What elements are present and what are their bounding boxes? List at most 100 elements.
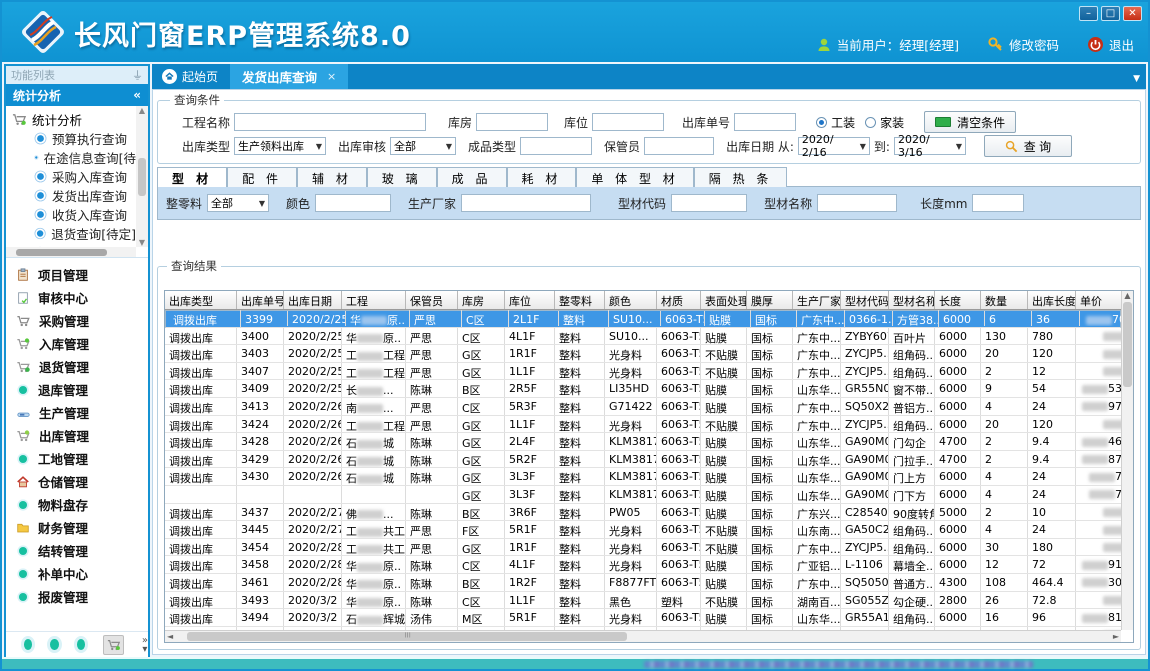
material-tab-1[interactable]: 型 材 [157,167,227,187]
tab-shipping-outbound-query[interactable]: 发货出库查询 × [230,64,348,89]
radio-jiazhuang[interactable]: 家装 [865,114,904,131]
table-row[interactable]: 调拨出库34072020/2/25工工程严思G区1L1F整料光身料6063-T5… [165,363,1121,381]
tab-overflow-icon[interactable]: ▼ [1133,74,1140,84]
pin-icon[interactable]: ⏚ [132,67,143,83]
table-row[interactable]: 调拨出库34092020/2/25长...陈琳B区2R5F整料LI35HD606… [165,380,1121,398]
table-row[interactable]: 调拨出库34612020/2/28华原..陈琳B区1R2F整料F8877FT60… [165,574,1121,592]
material-tab-7[interactable]: 单 体 型 材 [576,167,693,187]
table-row[interactable]: 调拨出库33992020/2/25华原..严思C区2L1F整料SU10...60… [165,310,1121,328]
column-header-出库单号[interactable]: 出库单号 [237,291,284,309]
material-tab-5[interactable]: 成 品 [437,167,507,187]
tree-item-预算执行查询[interactable]: 预算执行查询 [12,129,136,148]
table-row[interactable]: 调拨出库34932020/3/2华原..陈琳C区1L1F整料黑色塑料不贴膜国标湖… [165,592,1121,610]
column-header-颜色[interactable]: 颜色 [605,291,657,309]
out-audit-select[interactable]: 全部▼ [390,137,456,155]
material-tab-2[interactable]: 配 件 [227,167,297,187]
out-type-select[interactable]: 生产领料出库▼ [234,137,326,155]
tab-home[interactable]: 起始页 [152,68,230,89]
minimize-button[interactable]: – [1079,6,1098,21]
location-input[interactable] [592,113,664,131]
column-header-出库长度[interactable]: 出库长度 [1028,291,1076,309]
clear-conditions-button[interactable]: 清空条件 [924,111,1016,133]
tree-horizontal-scrollbar[interactable] [6,247,136,257]
grid-horizontal-scrollbar[interactable]: ◄ ► [165,630,1121,642]
project-name-input[interactable] [234,113,426,131]
tab-close-icon[interactable]: × [327,70,336,83]
grid-vertical-scrollbar[interactable]: ▲ [1121,291,1133,630]
tree-item-发货出库查询[interactable]: 发货出库查询 [12,186,136,205]
table-row[interactable]: 调拨出库34942020/3/2石辉城汤伟M区5R1F整料光身料6063-T5贴… [165,609,1121,627]
table-row[interactable]: 调拨出库34372020/2/27佛...陈琳B区3R6F整料PW056063-… [165,504,1121,522]
table-row[interactable]: G区3L3F整料KLM38176063-T5贴膜国标山东华...GA90M09.… [165,486,1121,504]
table-row[interactable]: 调拨出库34292020/2/26石城陈琳G区5R2F整料KLM38176063… [165,451,1121,469]
menu-item-生产管理[interactable]: 生产管理 [6,401,148,424]
collapse-icon[interactable]: « [133,88,141,102]
menu-item-补单中心[interactable]: 补单中心 [6,562,148,585]
material-tab-6[interactable]: 耗 材 [507,167,577,187]
date-to-picker[interactable]: 2020/ 3/16▼ [894,137,966,155]
tree-vertical-scrollbar[interactable]: ▲▼ [136,106,148,247]
bottom-cart-button[interactable] [103,635,123,655]
column-header-出库日期[interactable]: 出库日期 [284,291,342,309]
tree-item-在途信息查询[待[interactable]: 在途信息查询[待 [12,148,136,167]
column-header-保管员[interactable]: 保管员 [406,291,458,309]
table-row[interactable]: 调拨出库34002020/2/25华原..严思C区4L1F整料SU10...60… [165,328,1121,346]
length-input[interactable] [972,194,1024,212]
keeper-input[interactable] [644,137,714,155]
table-row[interactable]: 调拨出库34302020/2/26石城陈琳G区3L3F整料KLM38176063… [165,468,1121,486]
radio-gongzhuang[interactable]: 工装 [816,114,855,131]
profile-name-input[interactable] [817,194,897,212]
menu-item-工地管理[interactable]: 工地管理 [6,447,148,470]
menu-item-出库管理[interactable]: 出库管理 [6,424,148,447]
table-row[interactable]: 调拨出库34132020/2/26南...严思C区5R3F整料G71422606… [165,398,1121,416]
column-header-膜厚[interactable]: 膜厚 [747,291,793,309]
search-button[interactable]: 查 询 [984,135,1072,157]
menu-item-财务管理[interactable]: 财务管理 [6,516,148,539]
menu-item-报废管理[interactable]: 报废管理 [6,585,148,608]
bottom-dot-icon[interactable] [50,639,58,650]
color-input[interactable] [315,194,391,212]
menu-item-入库管理[interactable]: 入库管理 [6,332,148,355]
date-from-picker[interactable]: 2020/ 2/16▼ [798,137,870,155]
menu-item-仓储管理[interactable]: 仓储管理 [6,470,148,493]
tree-item-采购入库查询[interactable]: 采购入库查询 [12,167,136,186]
logout-button[interactable]: 退出 [1087,35,1134,54]
column-header-生产厂家[interactable]: 生产厂家 [793,291,841,309]
column-header-单价[interactable]: 单价 [1076,291,1121,309]
table-row[interactable]: 调拨出库34452020/2/27工共工程严思F区5R1F整料光身料6063-T… [165,521,1121,539]
column-header-长度[interactable]: 长度 [935,291,981,309]
tree-item-退货查询[待定][interactable]: 退货查询[待定] [12,224,136,243]
bottom-dot-icon[interactable] [24,639,32,650]
menu-overflow-chevron[interactable]: »▾ [142,636,148,654]
column-header-出库类型[interactable]: 出库类型 [165,291,237,309]
menu-item-退库管理[interactable]: 退库管理 [6,378,148,401]
tree-root-statistics[interactable]: 统计分析 [12,109,136,129]
material-tab-4[interactable]: 玻 璃 [367,167,437,187]
maximize-button[interactable]: □ [1101,6,1120,21]
order-no-input[interactable] [734,113,796,131]
column-header-数量[interactable]: 数量 [981,291,1028,309]
material-tab-3[interactable]: 辅 材 [297,167,367,187]
product-type-input[interactable] [520,137,592,155]
column-header-型材代码[interactable]: 型材代码 [841,291,889,309]
column-header-型材名称[interactable]: 型材名称 [889,291,935,309]
table-row[interactable]: 调拨出库34242020/2/26工工程严思G区1L1F整料光身料6063-T5… [165,416,1121,434]
column-header-表面处理[interactable]: 表面处理 [701,291,747,309]
warehouse-input[interactable] [476,113,548,131]
menu-item-物料盘存[interactable]: 物料盘存 [6,493,148,516]
menu-item-审核中心[interactable]: 审核中心 [6,286,148,309]
column-header-整零料[interactable]: 整零料 [555,291,605,309]
change-password-button[interactable]: 修改密码 [987,35,1059,54]
column-header-工程[interactable]: 工程 [342,291,406,309]
column-header-库房[interactable]: 库房 [458,291,505,309]
menu-item-采购管理[interactable]: 采购管理 [6,309,148,332]
menu-item-结转管理[interactable]: 结转管理 [6,539,148,562]
table-row[interactable]: 调拨出库34032020/2/25工工程严思G区1R1F整料光身料6063-T5… [165,345,1121,363]
tree-item-收货入库查询[interactable]: 收货入库查询 [12,205,136,224]
profile-code-input[interactable] [671,194,747,212]
table-row[interactable]: 调拨出库34282020/2/26石城陈琳G区2L4F整料KLM38176063… [165,433,1121,451]
column-header-材质[interactable]: 材质 [657,291,701,309]
menu-item-退货管理[interactable]: 退货管理 [6,355,148,378]
manufacturer-input[interactable] [461,194,591,212]
zhengling-select[interactable]: 全部▼ [207,194,269,212]
